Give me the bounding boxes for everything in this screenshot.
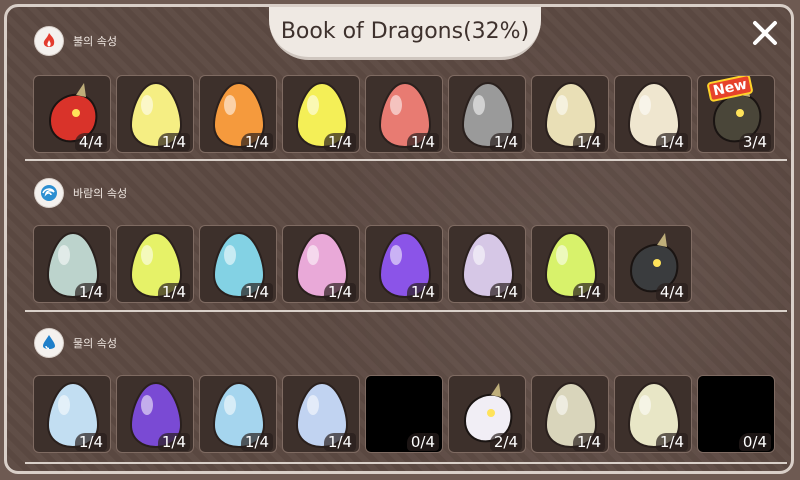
slot-cream-striped-egg[interactable]: 1/4 [531,75,609,153]
slot-locked-silhouette-1[interactable]: 0/4 [365,375,443,453]
slot-count: 1/4 [489,133,522,151]
slot-count: 1/4 [240,283,273,301]
slot-count: 1/4 [655,133,688,151]
slot-count: 1/4 [489,283,522,301]
slot-cream-purple-spotted-egg[interactable]: 1/4 [614,75,692,153]
slot-count: 0/4 [738,433,771,451]
slot-count: 3/4 [738,133,771,151]
slot-count: 1/4 [74,433,107,451]
slot-periwinkle-egg[interactable]: 1/4 [282,375,360,453]
slot-pale-green-egg[interactable]: 1/4 [33,225,111,303]
slot-violet-egg[interactable]: 1/4 [116,375,194,453]
slot-count: 1/4 [323,133,356,151]
slot-new-dark-dragon[interactable]: New 3/4 [697,75,775,153]
slot-count: 1/4 [157,283,190,301]
water-drop-icon [35,329,63,357]
slot-count: 1/4 [655,433,688,451]
slot-count: 1/4 [572,133,605,151]
slot-row-fire: 4/4 1/4 1/4 1/4 1/4 1/4 1/4 1/4 New 3/4 [33,75,793,153]
divider [25,462,787,464]
close-icon [753,21,777,45]
section-header-fire: 불의 속성 [35,27,117,55]
slot-red-dragon[interactable]: 4/4 [33,75,111,153]
section-label: 바람의 속성 [73,187,128,200]
slot-beige-green-egg[interactable]: 1/4 [531,375,609,453]
slot-sky-egg[interactable]: 1/4 [199,375,277,453]
slot-row-water: 1/4 1/4 1/4 1/4 0/4 2/4 1/4 1/4 0/4 [33,375,793,453]
slot-pink-egg[interactable]: 1/4 [282,225,360,303]
section-label: 물의 속성 [73,337,117,350]
slot-red-pink-egg[interactable]: 1/4 [365,75,443,153]
slot-count: 1/4 [157,133,190,151]
book-of-dragons-panel: Book of Dragons(32%) 불의 속성 4/4 1/4 1/4 1/4 1… [4,4,794,474]
slot-count: 4/4 [655,283,688,301]
divider [25,310,787,312]
slot-purple-ringed-egg[interactable]: 1/4 [365,225,443,303]
title-tab: Book of Dragons(32%) [269,7,541,60]
wind-icon [35,179,63,207]
slot-cyan-egg[interactable]: 1/4 [199,225,277,303]
slot-count: 0/4 [406,433,439,451]
slot-count: 1/4 [323,283,356,301]
section-label: 불의 속성 [73,35,117,48]
slot-count: 1/4 [157,433,190,451]
slot-lime-egg[interactable]: 1/4 [116,225,194,303]
page-title: Book of Dragons(32%) [280,19,530,44]
divider [25,159,787,161]
slot-count: 4/4 [74,133,107,151]
slot-row-wind: 1/4 1/4 1/4 1/4 1/4 1/4 1/4 4/4 [33,225,793,303]
slot-count: 1/4 [74,283,107,301]
slot-yellow-egg[interactable]: 1/4 [116,75,194,153]
slot-count: 1/4 [572,283,605,301]
slot-orange-spotted-egg[interactable]: 1/4 [199,75,277,153]
slot-count: 1/4 [323,433,356,451]
slot-count: 1/4 [240,433,273,451]
slot-dark-wind-dragon[interactable]: 4/4 [614,225,692,303]
slot-light-blue-egg[interactable]: 1/4 [33,375,111,453]
slot-yellow-bright-egg[interactable]: 1/4 [282,75,360,153]
section-header-wind: 바람의 속성 [35,179,127,207]
slot-white-water-dragon[interactable]: 2/4 [448,375,526,453]
slot-count: 1/4 [406,283,439,301]
slot-count: 2/4 [489,433,522,451]
section-header-water: 물의 속성 [35,329,117,357]
slot-count: 1/4 [240,133,273,151]
slot-locked-silhouette-2[interactable]: 0/4 [697,375,775,453]
slot-cream-green-egg[interactable]: 1/4 [614,375,692,453]
fire-icon [35,27,63,55]
close-button[interactable] [745,13,785,53]
slot-count: 1/4 [406,133,439,151]
slot-yellow-green-egg[interactable]: 1/4 [531,225,609,303]
slot-gray-spiky-egg[interactable]: 1/4 [448,75,526,153]
slot-count: 1/4 [572,433,605,451]
slot-lavender-spotted-egg[interactable]: 1/4 [448,225,526,303]
